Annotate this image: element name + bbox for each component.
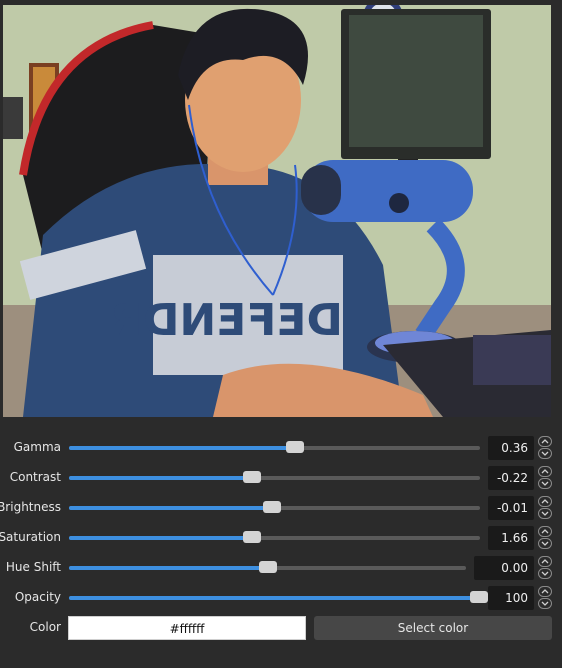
- brightness-row: Brightness -0.01: [0, 496, 562, 520]
- gamma-slider-fill: [69, 446, 296, 450]
- contrast-value-input[interactable]: -0.22: [488, 466, 534, 490]
- brightness-slider[interactable]: [69, 501, 480, 513]
- opacity-label: Opacity: [14, 590, 61, 604]
- hue-shift-value: 0.00: [501, 561, 528, 575]
- chevron-up-icon[interactable]: [538, 586, 552, 597]
- saturation-value-input[interactable]: 1.66: [488, 526, 534, 550]
- saturation-row: Saturation 1.66: [0, 526, 562, 550]
- gamma-slider-handle[interactable]: [286, 441, 305, 453]
- hue-shift-slider-fill: [69, 566, 268, 570]
- chevron-down-icon[interactable]: [538, 538, 552, 549]
- brightness-spin-buttons: [538, 496, 552, 520]
- hue-shift-spin-buttons: [538, 556, 552, 580]
- chevron-down-icon[interactable]: [538, 568, 552, 579]
- gamma-label: Gamma: [13, 440, 61, 454]
- contrast-spin-buttons: [538, 466, 552, 490]
- gamma-spin-buttons: [538, 436, 552, 460]
- opacity-row: Opacity 100: [0, 586, 562, 610]
- hue-shift-label: Hue Shift: [5, 560, 61, 574]
- chevron-up-icon[interactable]: [538, 556, 552, 567]
- select-color-button[interactable]: Select color: [314, 616, 552, 640]
- hue-shift-slider-handle[interactable]: [258, 561, 277, 573]
- brightness-slider-handle[interactable]: [263, 501, 282, 513]
- chevron-down-icon[interactable]: [538, 448, 552, 459]
- chevron-up-icon[interactable]: [538, 526, 552, 537]
- saturation-spin-buttons: [538, 526, 552, 550]
- svg-text:DEFENDR: DEFENDR: [109, 295, 343, 346]
- color-swatch[interactable]: #ffffff: [68, 616, 306, 640]
- chevron-down-icon[interactable]: [538, 508, 552, 519]
- hue-shift-slider[interactable]: [69, 561, 466, 573]
- contrast-row: Contrast -0.22: [0, 466, 562, 490]
- hue-shift-value-input[interactable]: 0.00: [474, 556, 534, 580]
- opacity-slider-handle[interactable]: [470, 591, 488, 603]
- hue-shift-row: Hue Shift 0.00: [0, 556, 562, 580]
- opacity-spin-buttons: [538, 586, 552, 610]
- saturation-value: 1.66: [501, 531, 528, 545]
- saturation-slider[interactable]: [69, 531, 480, 543]
- opacity-slider[interactable]: [69, 591, 488, 603]
- saturation-slider-fill: [69, 536, 252, 540]
- gamma-value: 0.36: [501, 441, 528, 455]
- brightness-slider-fill: [69, 506, 273, 510]
- brightness-value: -0.01: [496, 501, 528, 515]
- color-value: #ffffff: [169, 622, 205, 636]
- contrast-slider[interactable]: [69, 471, 480, 483]
- saturation-slider-handle[interactable]: [242, 531, 261, 543]
- chevron-up-icon[interactable]: [538, 496, 552, 507]
- opacity-value: 100: [505, 591, 528, 605]
- contrast-slider-fill: [69, 476, 252, 480]
- chevron-down-icon[interactable]: [538, 598, 552, 609]
- color-label: Color: [29, 620, 61, 634]
- camera-preview: DEFENDR: [3, 5, 551, 417]
- saturation-label: Saturation: [0, 530, 61, 544]
- gamma-value-input[interactable]: 0.36: [488, 436, 534, 460]
- opacity-slider-fill: [69, 596, 480, 600]
- chevron-down-icon[interactable]: [538, 478, 552, 489]
- gamma-row: Gamma 0.36: [0, 436, 562, 460]
- contrast-label: Contrast: [9, 470, 61, 484]
- chevron-up-icon[interactable]: [538, 436, 552, 447]
- opacity-value-input[interactable]: 100: [488, 586, 534, 610]
- contrast-slider-handle[interactable]: [242, 471, 261, 483]
- brightness-label: Brightness: [0, 500, 61, 514]
- gamma-slider[interactable]: [69, 441, 480, 453]
- contrast-value: -0.22: [496, 471, 528, 485]
- chevron-up-icon[interactable]: [538, 466, 552, 477]
- brightness-value-input[interactable]: -0.01: [488, 496, 534, 520]
